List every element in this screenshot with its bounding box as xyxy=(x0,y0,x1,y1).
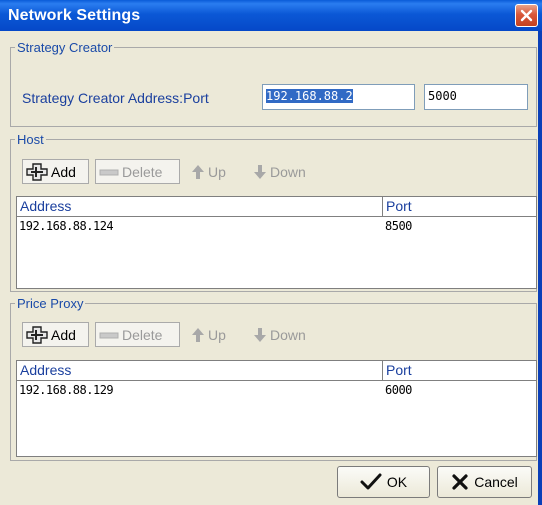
strategy-creator-legend: Strategy Creator xyxy=(15,40,115,55)
price-proxy-row-port: 6000 xyxy=(385,383,412,397)
close-button[interactable] xyxy=(515,4,538,27)
minus-icon xyxy=(99,332,119,338)
close-icon xyxy=(520,9,533,22)
price-proxy-row-address: 192.168.88.129 xyxy=(19,383,114,397)
table-row[interactable]: 192.168.88.129 6000 xyxy=(17,381,536,398)
column-divider[interactable] xyxy=(382,361,383,380)
window-frame-right xyxy=(538,31,542,505)
title-bar[interactable]: Network Settings xyxy=(0,0,542,31)
price-proxy-add-label: Add xyxy=(51,326,76,343)
table-row[interactable]: 192.168.88.124 8500 xyxy=(17,217,536,234)
host-table-header: Address Port xyxy=(17,197,536,217)
host-add-label: Add xyxy=(51,163,76,180)
price-proxy-down-button[interactable]: Down xyxy=(250,322,322,347)
strategy-creator-address-value: 192.168.88.2 xyxy=(266,89,353,103)
network-settings-dialog: Network Settings Strategy Creator Strate… xyxy=(0,0,542,505)
host-row-port: 8500 xyxy=(385,219,412,233)
strategy-creator-address-label: Strategy Creator Address:Port xyxy=(22,90,209,106)
strategy-creator-port-value: 5000 xyxy=(428,89,457,103)
cancel-button[interactable]: Cancel xyxy=(437,466,532,498)
host-legend: Host xyxy=(15,132,46,147)
host-up-label: Up xyxy=(208,163,226,180)
strategy-creator-port-field[interactable]: 5000 xyxy=(424,84,528,110)
ok-label: OK xyxy=(386,474,408,490)
price-proxy-delete-button[interactable]: Delete xyxy=(95,322,180,347)
arrow-up-icon xyxy=(192,164,204,179)
price-proxy-col-address[interactable]: Address xyxy=(20,362,71,378)
arrow-up-icon xyxy=(192,327,204,342)
price-proxy-up-label: Up xyxy=(208,326,226,343)
checkmark-icon xyxy=(360,473,382,490)
host-row-address: 192.168.88.124 xyxy=(19,219,114,233)
host-down-button[interactable]: Down xyxy=(250,159,322,184)
cancel-label: Cancel xyxy=(474,474,518,490)
window-title: Network Settings xyxy=(8,7,141,24)
ok-button[interactable]: OK xyxy=(337,466,430,498)
price-proxy-add-button[interactable]: Add xyxy=(22,322,89,347)
host-delete-label: Delete xyxy=(122,163,163,180)
column-divider[interactable] xyxy=(382,197,383,216)
price-proxy-table-header: Address Port xyxy=(17,361,536,381)
add-icon xyxy=(26,325,48,344)
x-icon xyxy=(452,474,468,490)
strategy-creator-address-field[interactable]: 192.168.88.2 xyxy=(262,84,415,110)
price-proxy-legend: Price Proxy xyxy=(15,296,86,311)
host-table: Address Port 192.168.88.124 8500 xyxy=(16,196,537,289)
arrow-down-icon xyxy=(254,164,266,179)
host-delete-button[interactable]: Delete xyxy=(95,159,180,184)
price-proxy-delete-label: Delete xyxy=(122,326,163,343)
price-proxy-col-port[interactable]: Port xyxy=(386,362,412,378)
host-add-button[interactable]: Add xyxy=(22,159,89,184)
add-icon xyxy=(26,162,48,181)
price-proxy-table: Address Port 192.168.88.129 6000 xyxy=(16,360,537,457)
price-proxy-down-label: Down xyxy=(270,326,306,343)
host-col-address[interactable]: Address xyxy=(20,198,71,214)
host-up-button[interactable]: Up xyxy=(188,159,238,184)
arrow-down-icon xyxy=(254,327,266,342)
minus-icon xyxy=(99,169,119,175)
host-down-label: Down xyxy=(270,163,306,180)
host-col-port[interactable]: Port xyxy=(386,198,412,214)
price-proxy-up-button[interactable]: Up xyxy=(188,322,238,347)
